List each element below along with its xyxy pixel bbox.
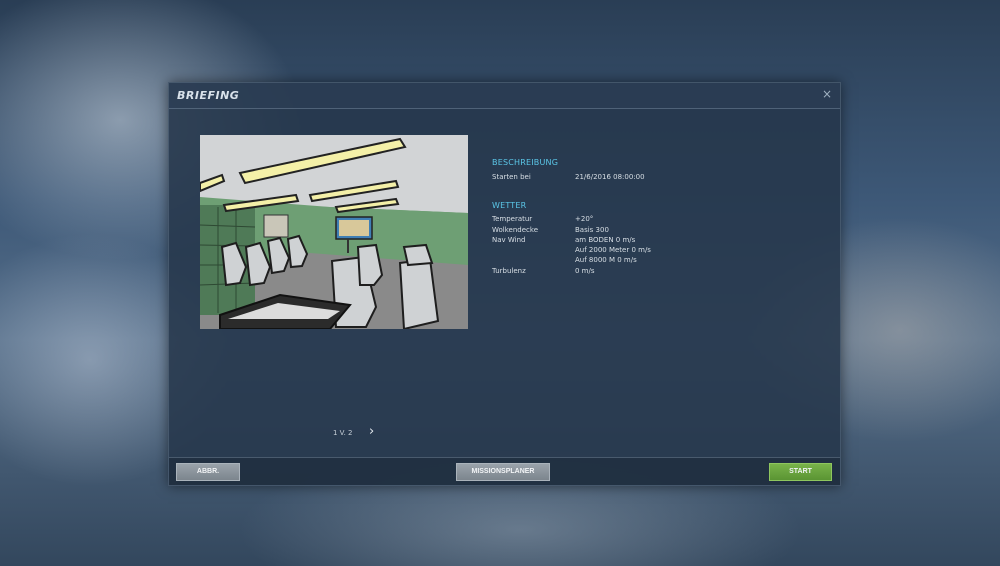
page-indicator: 1 V. 2 <box>333 429 353 437</box>
wind-8000-value: Auf 8000 M 0 m/s <box>575 256 637 264</box>
weather-section-title: WETTER <box>492 201 527 210</box>
chevron-right-icon[interactable]: › <box>369 424 374 439</box>
start-time-value: 21/6/2016 08:00:00 <box>575 173 645 181</box>
start-time-label: Starten bei <box>492 173 531 181</box>
wind-2000-value: Auf 2000 Meter 0 m/s <box>575 246 651 254</box>
cancel-button[interactable]: ABBR. <box>176 463 240 481</box>
clouds-value: Basis 300 <box>575 226 609 234</box>
dialog-title: BRIEFING <box>177 89 240 102</box>
wind-ground-value: am BODEN 0 m/s <box>575 236 636 244</box>
dialog-footer: ABBR. MISSIONSPLANER START <box>169 457 840 485</box>
briefing-dialog: BRIEFING × BESCHREIBUNG Starten bei 21/6… <box>168 82 841 486</box>
close-icon[interactable]: × <box>820 87 834 101</box>
turbulence-value: 0 m/s <box>575 267 595 275</box>
turbulence-label: Turbulenz <box>492 267 526 275</box>
start-button[interactable]: START <box>769 463 832 481</box>
description-section-title: BESCHREIBUNG <box>492 158 559 167</box>
briefing-room-illustration <box>200 135 468 329</box>
clouds-label: Wolkendecke <box>492 226 538 234</box>
temperature-label: Temperatur <box>492 215 533 223</box>
title-bar: BRIEFING × <box>169 83 840 109</box>
briefing-image <box>200 135 468 329</box>
temperature-value: +20° <box>575 215 594 223</box>
wind-label: Nav Wind <box>492 236 526 244</box>
mission-planner-button[interactable]: MISSIONSPLANER <box>456 463 550 481</box>
